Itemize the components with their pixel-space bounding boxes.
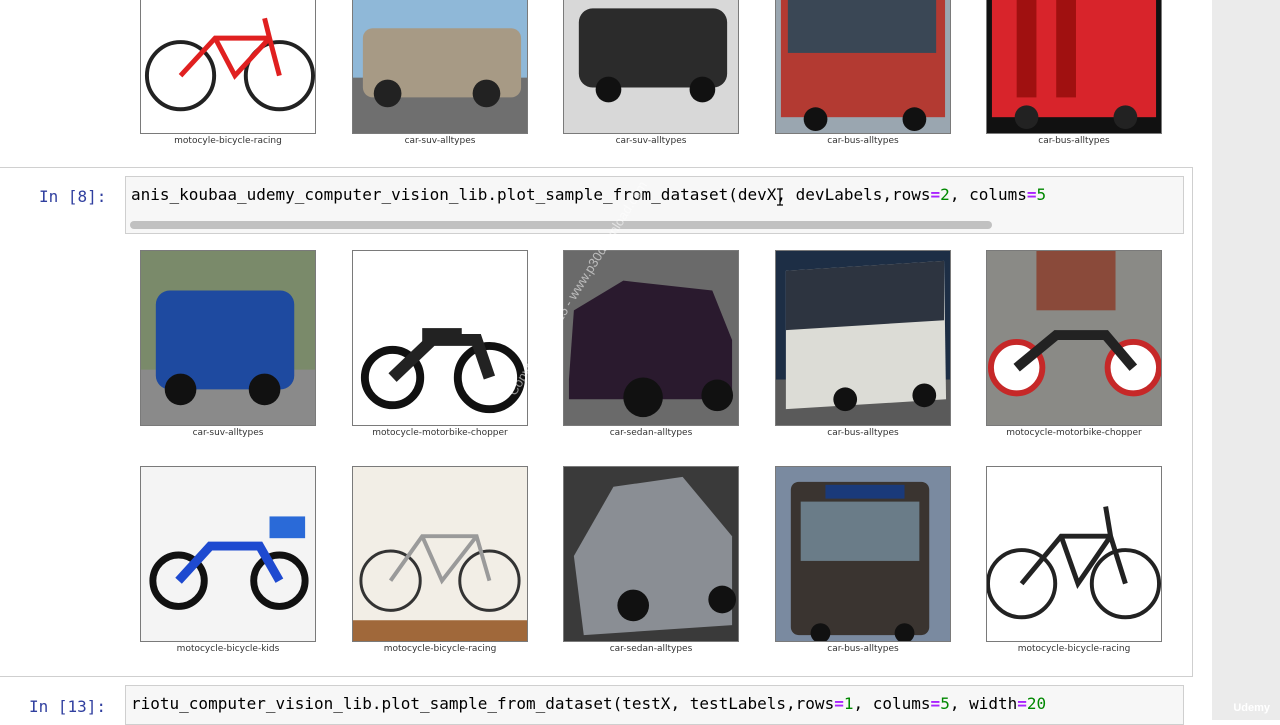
code-text: anis_koubaa_udemy_computer_vision_lib.pl… [131,185,931,204]
code-number: 2 [940,185,950,204]
caption: car-bus-alltypes [827,428,899,438]
caption: car-suv-alltypes [615,136,687,146]
image-motorbike-chopper [352,250,528,426]
image-bicycle-silver [352,466,528,642]
caption: motocycle-bicycle-racing [383,644,497,654]
image-bicycle-kids [140,466,316,642]
code-number: 20 [1026,694,1047,713]
code-editor[interactable]: riotu_computer_vision_lib.plot_sample_fr… [125,685,1184,725]
code-editor[interactable]: anis_koubaa_udemy_computer_vision_lib.pl… [125,176,1184,234]
code-line[interactable]: anis_koubaa_udemy_computer_vision_lib.pl… [131,185,1046,204]
udemy-logo: Udemy [1233,702,1270,714]
code-cell-13[interactable]: In [13]: riotu_computer_vision_lib.plot_… [0,677,1212,725]
caption: car-suv-alltypes [192,428,264,438]
code-operator: = [930,694,941,713]
image-bus-bayern [986,0,1162,134]
code-number: 5 [1036,185,1047,204]
code-operator: = [1017,694,1027,713]
code-line[interactable]: riotu_computer_vision_lib.plot_sample_fr… [131,694,1046,713]
caption: motocycle-bicycle-racing [1017,644,1131,654]
caption: car-suv-alltypes [404,136,476,146]
right-gutter: Udemy [1212,0,1280,720]
text-cursor-icon [777,188,783,206]
caption: motocycle-motorbike-chopper [372,428,508,438]
code-text: riotu_computer_vision_lib.plot_sample_fr… [131,694,835,713]
image-bus-coach [775,250,951,426]
caption: motocycle-bicycle-kids [176,644,280,654]
previous-output-figure: motocyle-bicycle-racing car-suv-alltypes… [0,0,1212,150]
image-motorbike-chopper-2 [986,250,1162,426]
image-suv-black [563,0,739,134]
code-text: , colums [949,185,1027,204]
image-bus-red [775,0,951,134]
caption: car-sedan-alltypes [609,428,693,438]
image-bicycle-black [986,466,1162,642]
caption: motocycle-motorbike-chopper [1006,428,1142,438]
caption: car-bus-alltypes [827,136,899,146]
code-operator: = [930,185,941,204]
code-text: , width [949,694,1018,713]
code-operator: = [834,694,844,713]
caption: car-sedan-alltypes [609,644,693,654]
cell-prompt: In [8]: [39,187,107,206]
caption: car-bus-alltypes [827,644,899,654]
code-text: , colums [853,694,931,713]
caption: motocyle-bicycle-racing [174,136,282,146]
image-bicycle-red [140,0,316,134]
image-suv-blue [140,250,316,426]
image-bus-city [775,466,951,642]
code-operator: = [1026,185,1037,204]
code-number: 5 [940,694,950,713]
cell-prompt: In [13]: [29,697,107,716]
image-suv-beige [352,0,528,134]
caption: car-bus-alltypes [1038,136,1110,146]
image-sedan-grey [563,466,739,642]
notebook-area: motocyle-bicycle-racing car-suv-alltypes… [0,0,1212,725]
horizontal-scrollbar[interactable] [130,221,992,229]
